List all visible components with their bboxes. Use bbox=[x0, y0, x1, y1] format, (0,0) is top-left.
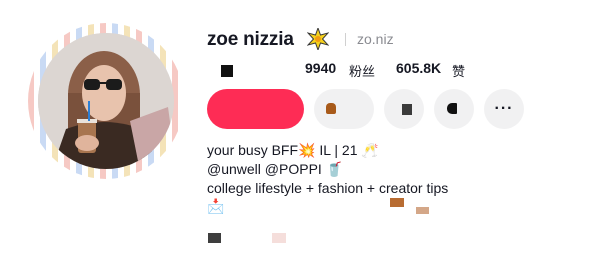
display-name: zoe nizzia bbox=[207, 29, 294, 50]
likes-label: 赞 bbox=[452, 64, 466, 79]
name-divider bbox=[345, 33, 346, 46]
avatar-photo bbox=[38, 33, 174, 169]
sparkle-icon bbox=[307, 28, 329, 50]
decor-block bbox=[208, 233, 221, 243]
share-button[interactable] bbox=[384, 89, 424, 129]
bio-line-2[interactable]: @unwell @POPPI 🥤 bbox=[207, 161, 343, 178]
followers-label[interactable]: 粉丝 bbox=[349, 61, 375, 80]
gift-button[interactable] bbox=[434, 89, 474, 129]
decor-block bbox=[416, 207, 429, 214]
followers-count[interactable]: 9940 bbox=[305, 60, 336, 76]
gift-icon bbox=[447, 103, 457, 114]
message-button[interactable] bbox=[314, 89, 374, 129]
decor-block bbox=[390, 198, 404, 207]
likes-count: 605.8K bbox=[396, 60, 442, 76]
message-icon bbox=[326, 103, 336, 114]
more-options-button[interactable]: ··· bbox=[484, 89, 524, 129]
follow-button[interactable] bbox=[207, 89, 304, 129]
decor-block bbox=[272, 233, 286, 243]
share-icon bbox=[402, 104, 412, 115]
bio-line-1: your busy BFF💥 IL | 21 🥂 bbox=[207, 142, 379, 158]
bio-line-4[interactable]: 📩 bbox=[207, 198, 224, 215]
following-count-placeholder bbox=[221, 65, 233, 77]
username-handle: zo.niz bbox=[357, 31, 394, 47]
avatar[interactable] bbox=[38, 33, 174, 169]
bio-line-3: college lifestyle + fashion + creator ti… bbox=[207, 180, 449, 196]
